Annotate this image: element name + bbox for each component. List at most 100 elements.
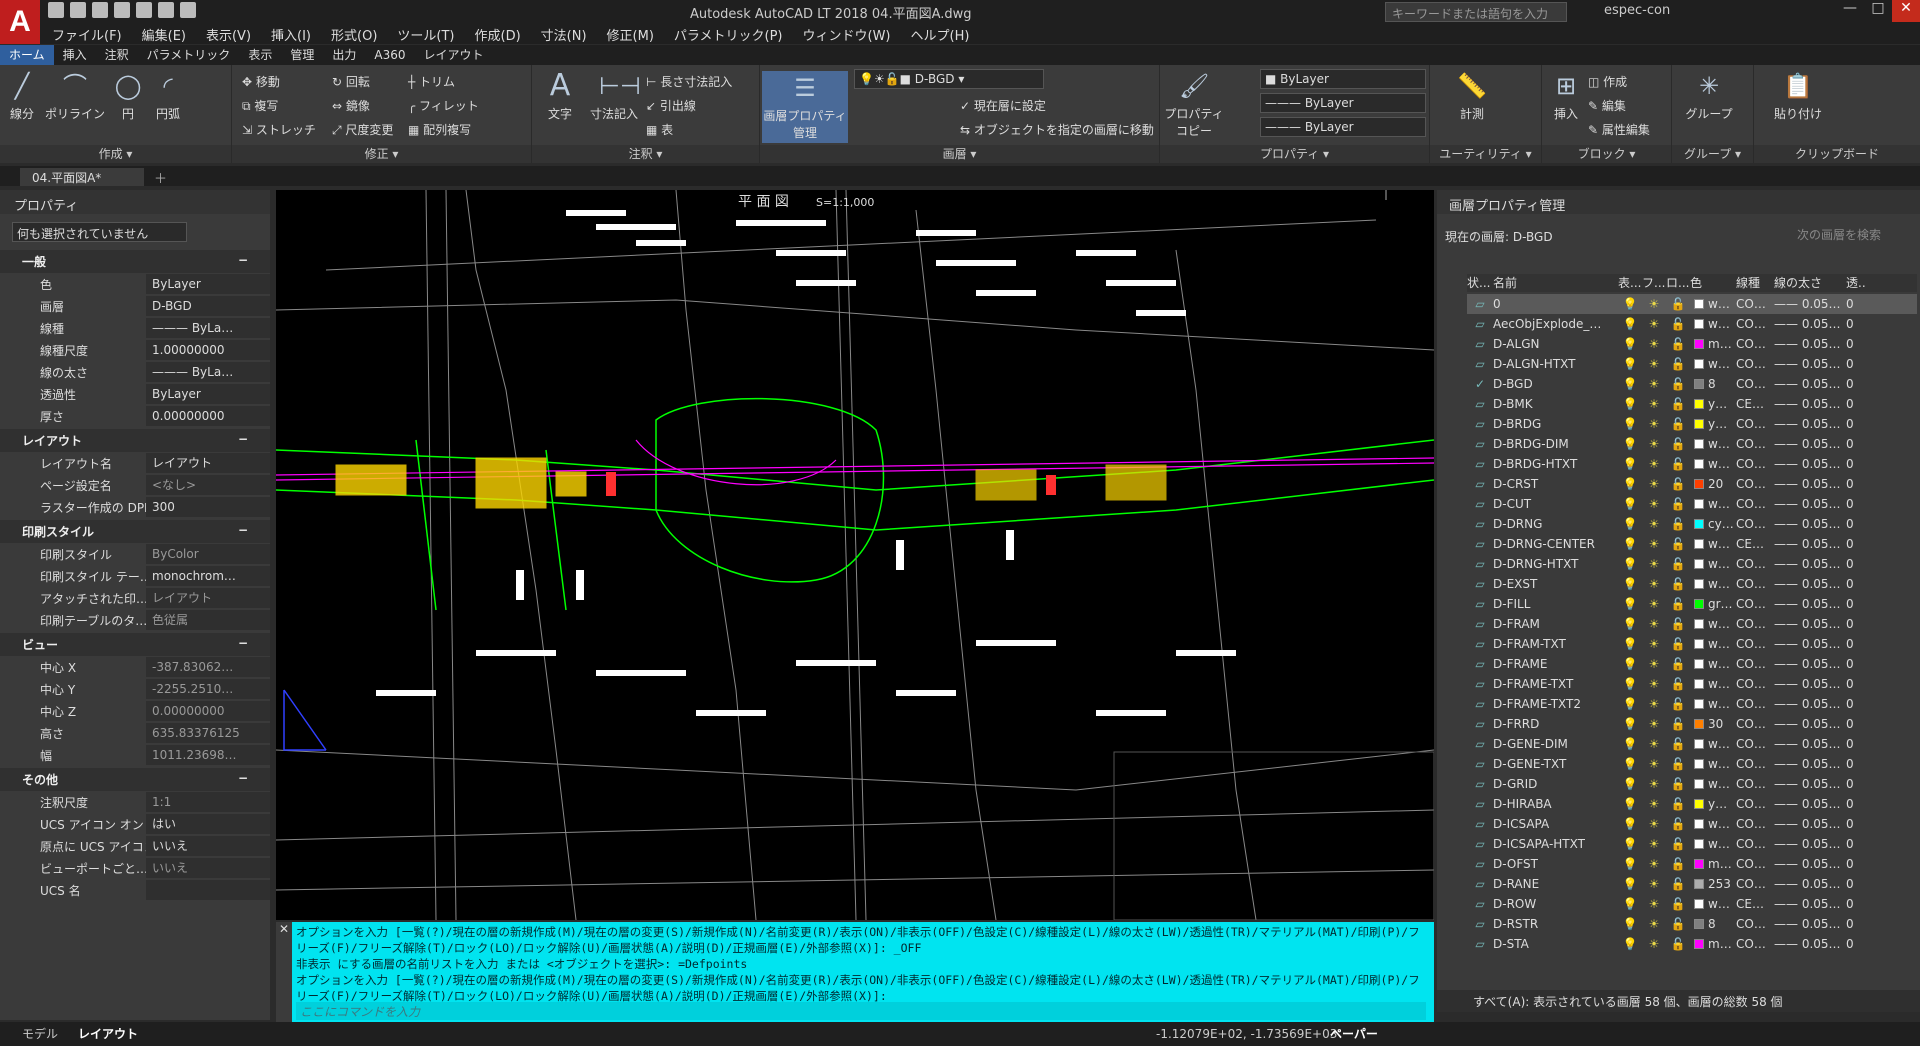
menu-item-1[interactable]: 編集(E) [142, 25, 186, 44]
column-header[interactable]: 色 [1690, 274, 1736, 292]
layer-color[interactable]: w… [1690, 637, 1736, 651]
layer-color[interactable]: w… [1690, 777, 1736, 791]
lightbulb-icon[interactable]: 💡 [1618, 817, 1642, 831]
layer-row[interactable]: ▱ D-FRAM-TXT 💡 ☀ 🔓 w… CO… —— 0.05… 0 [1467, 634, 1917, 654]
lightbulb-icon[interactable]: 💡 [1618, 857, 1642, 871]
ribbon-tab-7[interactable]: A360 [365, 45, 414, 65]
color-combo[interactable]: ■ ByLayer [1260, 69, 1426, 89]
lock-icon[interactable]: 🔓 [1666, 377, 1690, 391]
menu-item-6[interactable]: 作成(D) [475, 25, 521, 44]
ribbon-tab-3[interactable]: パラメトリック [138, 45, 240, 65]
property-value[interactable]: 1.00000000 [146, 340, 270, 360]
linetype-combo[interactable]: ——— ByLayer [1260, 93, 1426, 113]
redo-icon[interactable] [180, 2, 196, 18]
layer-transparency[interactable]: 0 [1846, 657, 1866, 671]
array-button[interactable]: ▦ 配列複写 [408, 121, 471, 138]
menu-item-9[interactable]: パラメトリック(P) [674, 25, 783, 44]
layer-transparency[interactable]: 0 [1846, 537, 1866, 551]
column-header[interactable]: 線種 [1736, 274, 1774, 292]
layer-color[interactable]: 8 [1690, 917, 1736, 931]
layer-lineweight[interactable]: —— 0.05… [1774, 537, 1846, 551]
property-value[interactable]: ByLayer [146, 384, 270, 404]
menu-item-0[interactable]: ファイル(F) [52, 25, 122, 44]
layer-row[interactable]: ▱ D-ALGN-HTXT 💡 ☀ 🔓 w… CO… —— 0.05… 0 [1467, 354, 1917, 374]
layer-name[interactable]: D-ALGN [1493, 337, 1618, 351]
lock-icon[interactable]: 🔓 [1666, 797, 1690, 811]
layer-name[interactable]: D-CRST [1493, 477, 1618, 491]
lineweight-combo[interactable]: ——— ByLayer [1260, 117, 1426, 137]
menu-item-7[interactable]: 寸法(N) [541, 25, 587, 44]
layer-color[interactable]: 20 [1690, 477, 1736, 491]
section-header[interactable]: ビュー − [0, 633, 270, 656]
layer-linetype[interactable]: CO… [1736, 497, 1774, 511]
property-value[interactable]: いいえ [146, 836, 270, 856]
layer-transparency[interactable]: 0 [1846, 637, 1866, 651]
lightbulb-icon[interactable]: 💡 [1618, 537, 1642, 551]
lightbulb-icon[interactable]: 💡 [1618, 577, 1642, 591]
layer-transparency[interactable]: 0 [1846, 557, 1866, 571]
close-command-icon[interactable]: ✕ [276, 922, 292, 936]
collapse-icon[interactable]: − [238, 253, 248, 270]
layer-transparency[interactable]: 0 [1846, 857, 1866, 871]
layer-lineweight[interactable]: —— 0.05… [1774, 817, 1846, 831]
layer-transparency[interactable]: 0 [1846, 437, 1866, 451]
search-input[interactable]: キーワードまたは語句を入力 [1385, 2, 1567, 22]
layer-row[interactable]: ▱ D-STA 💡 ☀ 🔓 m… CO… —— 0.05… 0 [1467, 934, 1917, 954]
layer-row[interactable]: ▱ 0 💡 ☀ 🔓 w… CO… —— 0.05… 0 [1467, 294, 1917, 314]
sun-icon[interactable]: ☀ [1642, 717, 1666, 731]
sun-icon[interactable]: ☀ [1642, 857, 1666, 871]
stretch-button[interactable]: ⇲ ストレッチ [242, 121, 316, 138]
layer-row[interactable]: ▱ D-DRNG-HTXT 💡 ☀ 🔓 w… CO… —— 0.05… 0 [1467, 554, 1917, 574]
mirror-button[interactable]: ⇔ 鏡像 [332, 97, 370, 114]
property-value[interactable]: ByLayer [146, 274, 270, 294]
layer-transparency[interactable]: 0 [1846, 737, 1866, 751]
lightbulb-icon[interactable]: 💡 [1618, 777, 1642, 791]
sun-icon[interactable]: ☀ [1642, 337, 1666, 351]
sun-icon[interactable]: ☀ [1642, 477, 1666, 491]
menu-item-2[interactable]: 表示(V) [206, 25, 251, 44]
layer-color[interactable]: m… [1690, 857, 1736, 871]
layer-linetype[interactable]: CO… [1736, 857, 1774, 871]
layer-color[interactable]: m… [1690, 337, 1736, 351]
layer-color[interactable]: gr… [1690, 597, 1736, 611]
layer-name[interactable]: D-HIRABA [1493, 797, 1618, 811]
layer-transparency[interactable]: 0 [1846, 457, 1866, 471]
layer-lineweight[interactable]: —— 0.05… [1774, 337, 1846, 351]
layer-combo[interactable]: 💡☀🔓■ D-BGD ▾ [854, 69, 1044, 89]
layer-name[interactable]: D-BRDG-HTXT [1493, 457, 1618, 471]
ribbon-tab-4[interactable]: 表示 [239, 45, 281, 65]
column-header[interactable]: 状... [1467, 274, 1493, 292]
lightbulb-icon[interactable]: 💡 [1618, 597, 1642, 611]
layer-name[interactable]: D-RSTR [1493, 917, 1618, 931]
lock-icon[interactable]: 🔓 [1666, 877, 1690, 891]
layer-transparency[interactable]: 0 [1846, 597, 1866, 611]
sun-icon[interactable]: ☀ [1642, 537, 1666, 551]
user-name[interactable]: espec-con [1604, 3, 1670, 18]
layer-linetype[interactable]: CO… [1736, 697, 1774, 711]
layer-lineweight[interactable]: —— 0.05… [1774, 357, 1846, 371]
layer-transparency[interactable]: 0 [1846, 797, 1866, 811]
layer-name[interactable]: D-FRRD [1493, 717, 1618, 731]
layer-name[interactable]: 0 [1493, 297, 1618, 311]
layer-color[interactable]: w… [1690, 757, 1736, 771]
sun-icon[interactable]: ☀ [1642, 897, 1666, 911]
layer-color[interactable]: w… [1690, 577, 1736, 591]
lightbulb-icon[interactable]: 💡 [1618, 617, 1642, 631]
layer-transparency[interactable]: 0 [1846, 777, 1866, 791]
sun-icon[interactable]: ☀ [1642, 697, 1666, 711]
lock-icon[interactable]: 🔓 [1666, 617, 1690, 631]
property-value[interactable]: レイアウト [146, 453, 270, 473]
collapse-icon[interactable]: − [238, 636, 248, 653]
lightbulb-icon[interactable]: 💡 [1618, 317, 1642, 331]
create-block-button[interactable]: ◫ 作成 [1588, 73, 1627, 90]
layer-linetype[interactable]: CO… [1736, 477, 1774, 491]
layer-name[interactable]: D-FRAME [1493, 657, 1618, 671]
lock-icon[interactable]: 🔓 [1666, 597, 1690, 611]
lightbulb-icon[interactable]: 💡 [1618, 297, 1642, 311]
layer-linetype[interactable]: CO… [1736, 797, 1774, 811]
layout-tab[interactable]: レイアウト [78, 1025, 138, 1042]
lightbulb-icon[interactable]: 💡 [1618, 677, 1642, 691]
sun-icon[interactable]: ☀ [1642, 397, 1666, 411]
layer-lineweight[interactable]: —— 0.05… [1774, 797, 1846, 811]
sun-icon[interactable]: ☀ [1642, 737, 1666, 751]
